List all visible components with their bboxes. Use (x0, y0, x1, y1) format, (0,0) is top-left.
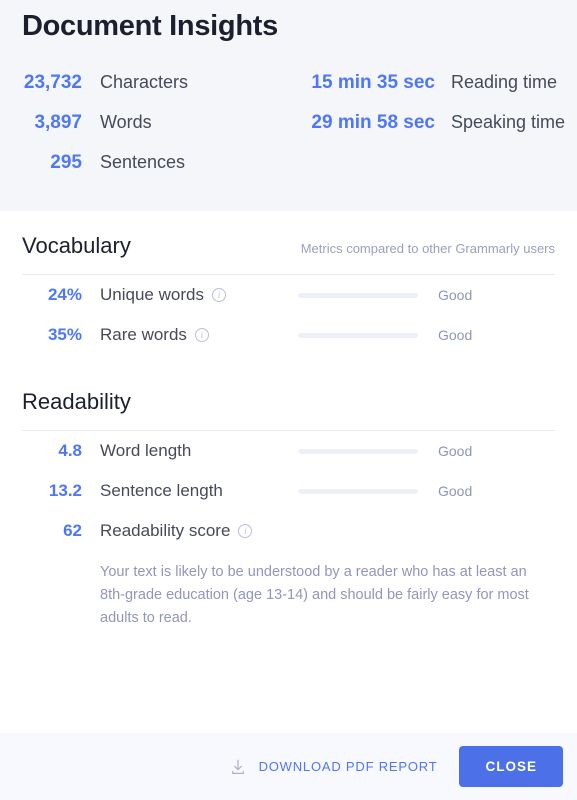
vocabulary-section: Vocabulary Metrics compared to other Gra… (0, 211, 577, 355)
readability-section: Readability 4.8 Word length Good 13.2 Se… (0, 367, 577, 631)
comparison-note: Metrics compared to other Grammarly user… (300, 241, 555, 256)
stat-characters: 23,732 Characters (0, 72, 290, 94)
stat-sentences: 295 Sentences (0, 152, 290, 174)
metric-word-length: 4.8 Word length Good (22, 431, 555, 471)
readability-description: Your text is likely to be understood by … (100, 564, 529, 627)
metric-progress-bar (298, 332, 418, 338)
section-title: Readability (22, 389, 131, 414)
metric-progress-bar (298, 292, 418, 298)
document-insights-panel: Document Insights 23,732 Characters 15 m… (0, 0, 577, 800)
metric-label-text: Unique words (100, 285, 204, 304)
info-icon[interactable]: i (211, 288, 226, 302)
metric-value: 13.2 (48, 481, 82, 500)
stats-row: 23,732 Characters 15 min 35 sec Reading … (0, 72, 577, 112)
metric-status: Good (438, 327, 473, 343)
metric-value: 24% (47, 285, 82, 304)
metric-sentence-length: 13.2 Sentence length Good (22, 471, 555, 511)
readability-header: Readability (22, 367, 555, 415)
metric-label: Unique words i (82, 285, 298, 305)
vocabulary-header: Vocabulary Metrics compared to other Gra… (22, 211, 555, 259)
metric-label: Rare words i (82, 325, 298, 345)
stat-label: Words (100, 112, 152, 132)
stat-reading-time: 15 min 35 sec Reading time (290, 72, 557, 94)
metric-label: Word length (82, 441, 298, 461)
download-pdf-report-button[interactable]: DOWNLOAD PDF REPORT (229, 758, 438, 776)
metric-status: Good (438, 443, 473, 459)
metric-status: Good (438, 287, 473, 303)
metric-value: 35% (47, 325, 82, 344)
stat-label: Speaking time (451, 112, 566, 132)
metric-rare-words: 35% Rare words i Good (22, 315, 555, 355)
stats-row: 3,897 Words 29 min 58 sec Speaking time (0, 112, 577, 152)
stat-label: Characters (100, 72, 189, 92)
metric-label-text: Readability score (100, 521, 231, 540)
stat-value: 15 min 35 sec (311, 72, 435, 93)
metric-readability-score: 62 Readability score i (22, 511, 555, 551)
download-label: DOWNLOAD PDF REPORT (258, 759, 438, 774)
info-icon[interactable]: i (194, 328, 209, 342)
summary-stats: 23,732 Characters 15 min 35 sec Reading … (0, 72, 577, 192)
metric-unique-words: 24% Unique words i Good (22, 275, 555, 315)
stat-value: 29 min 58 sec (311, 112, 435, 133)
metric-status: Good (438, 483, 473, 499)
metric-label: Readability score i (82, 521, 298, 541)
metric-value: 4.8 (58, 441, 82, 460)
panel-footer: DOWNLOAD PDF REPORT CLOSE (0, 733, 577, 800)
metric-label-text: Sentence length (100, 481, 223, 500)
stat-value: 23,732 (23, 72, 82, 93)
stat-label: Reading time (451, 72, 558, 92)
stat-value: 295 (50, 152, 82, 173)
download-icon (231, 759, 244, 774)
stat-speaking-time: 29 min 58 sec Speaking time (290, 112, 565, 134)
insights-header: Document Insights 23,732 Characters 15 m… (0, 0, 577, 211)
info-icon[interactable]: i (238, 524, 253, 538)
metric-value: 62 (63, 521, 82, 540)
stat-words: 3,897 Words (0, 112, 290, 134)
page-title: Document Insights (22, 10, 278, 42)
close-button[interactable]: CLOSE (459, 746, 563, 787)
metric-label-text: Word length (100, 441, 192, 460)
metric-label: Sentence length (82, 481, 298, 501)
stat-label: Sentences (100, 152, 186, 172)
stat-value: 3,897 (34, 112, 82, 133)
metric-label-text: Rare words (100, 325, 187, 344)
section-title: Vocabulary (22, 233, 131, 258)
metric-progress-bar (298, 448, 418, 454)
stats-row: 295 Sentences (0, 152, 577, 192)
metric-progress-bar (298, 488, 418, 494)
